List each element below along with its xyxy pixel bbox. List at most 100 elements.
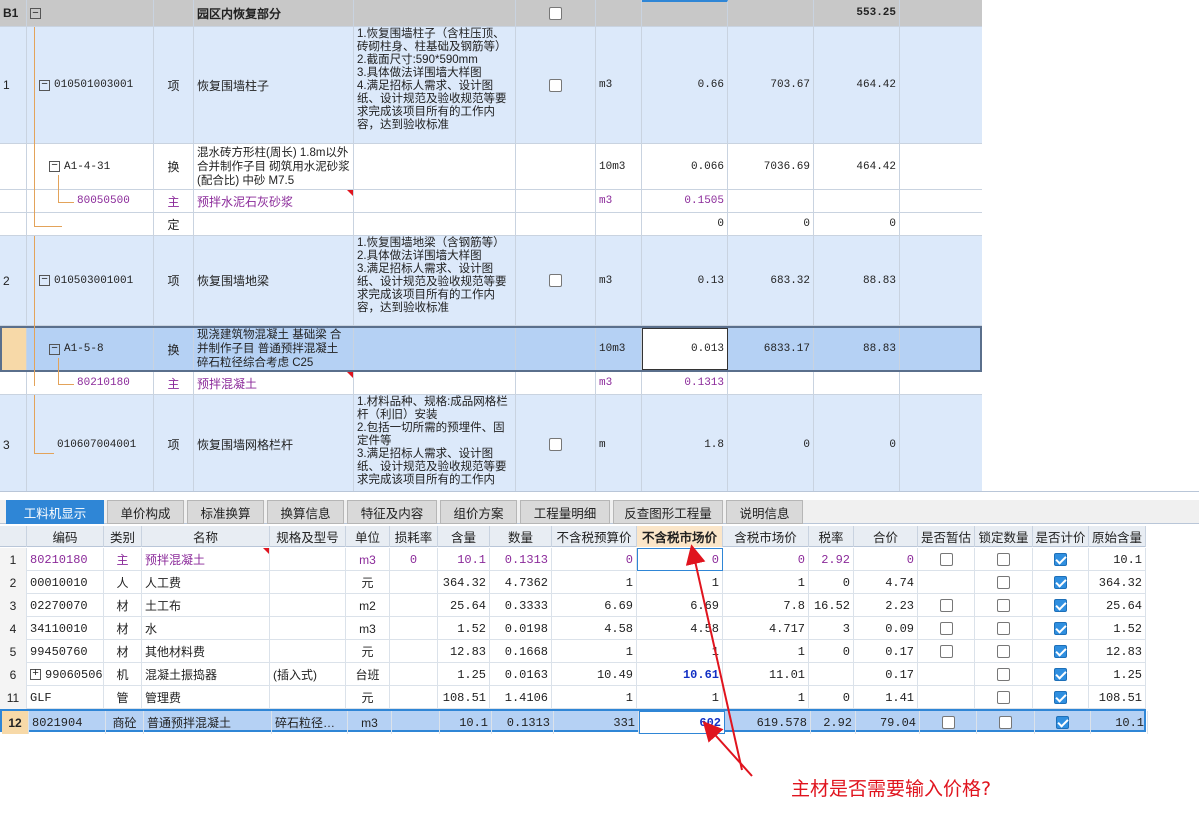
resource-spec[interactable]: (插入式) [270, 663, 346, 686]
resource-loss-rate[interactable] [390, 686, 438, 709]
lock-quantity-checkbox-box[interactable] [999, 716, 1012, 729]
tab-labor-material-machine[interactable]: 工料机显示 [6, 500, 104, 524]
resource-market-price[interactable]: 0 [637, 548, 723, 571]
resource-quantity[interactable]: 0.0163 [490, 663, 552, 686]
resource-content[interactable]: 108.51 [438, 686, 490, 709]
col-priced[interactable]: 是否计价 [1033, 526, 1089, 547]
resource-loss-rate[interactable]: 0 [390, 548, 438, 571]
item-quantity[interactable]: 0.66 [642, 27, 728, 143]
fixed-row[interactable]: 定 0 0 0 [0, 213, 982, 236]
collapse-icon[interactable]: − [49, 161, 60, 172]
collapse-icon[interactable]: − [39, 79, 50, 91]
resource-row[interactable]: 1 80210180 主 预拌混凝土 m3 0 10.1 0.1313 0 0 0 2.92 0 10.1 [0, 548, 1146, 571]
col-category[interactable]: 类别 [104, 526, 142, 547]
resource-loss-rate[interactable] [390, 663, 438, 686]
col-tax-rate[interactable]: 税率 [809, 526, 854, 547]
resource-code[interactable]: 80210180 [27, 548, 104, 571]
material-row[interactable]: 80050500 主 预拌水泥石灰砂浆 m3 0.1505 [0, 190, 982, 213]
resource-quantity[interactable]: 0.3333 [490, 594, 552, 617]
checkbox[interactable] [549, 6, 562, 20]
lock-quantity-checkbox-box[interactable] [997, 553, 1010, 566]
col-original-content[interactable]: 原始含量 [1089, 526, 1146, 547]
provisional-checkbox-box[interactable] [939, 622, 953, 635]
resource-row[interactable]: 4 34110010 材 水 m3 1.52 0.0198 4.58 4.58 4.717 3 0.0… [0, 617, 1146, 640]
resource-loss-rate[interactable] [390, 571, 438, 594]
material-row[interactable]: 80210180 主 预拌混凝土 m3 0.1313 [0, 372, 982, 395]
resource-name[interactable]: 水 [142, 617, 270, 640]
resource-row[interactable]: 12 8021904 商砼 普通预拌混凝土 碎石粒径… m3 10.1 0.1313 331 60… [0, 709, 1148, 734]
item-quantity[interactable]: 0.13 [642, 236, 728, 325]
provisional-checkbox-box[interactable] [941, 716, 955, 729]
resource-content[interactable]: 25.64 [438, 594, 490, 617]
resource-name[interactable]: 管理费 [142, 686, 270, 709]
collapse-icon[interactable]: − [49, 343, 60, 355]
lock-quantity-checkbox-box[interactable] [997, 622, 1010, 635]
col-total[interactable]: 合价 [854, 526, 918, 547]
resource-name[interactable]: 普通预拌混凝土 [144, 711, 272, 734]
resource-spec[interactable] [270, 686, 346, 709]
resource-code[interactable]: 34110010 [27, 617, 104, 640]
resource-row[interactable]: 2 00010010 人 人工费 元 364.32 4.7362 1 1 1 0 4.74 364.32 [0, 571, 1146, 594]
resource-spec[interactable] [270, 617, 346, 640]
priced-checkbox-box[interactable] [1054, 691, 1067, 704]
resource-name[interactable]: 其他材料费 [142, 640, 270, 663]
lock-quantity-checkbox-box[interactable] [997, 645, 1010, 658]
resource-budget-price[interactable]: 1 [552, 640, 637, 663]
resource-content[interactable]: 12.83 [438, 640, 490, 663]
col-spec[interactable]: 规格及型号 [270, 526, 346, 547]
collapse-icon[interactable]: − [39, 275, 50, 286]
bill-row[interactable]: 3 010607004001 项 恢复围墙网格栏杆 1.材料品种、规格:成品网格… [0, 395, 982, 491]
resource-quantity[interactable]: 0.1668 [490, 640, 552, 663]
provisional-checkbox-box[interactable] [939, 599, 953, 612]
resource-quantity[interactable]: 0.1313 [490, 548, 552, 571]
col-market-price-tax[interactable]: 含税市场价 [723, 526, 809, 547]
quota-row[interactable]: − A1-4-31 换 混水砖方形柱(周长) 1.8m以外 合并制作子目 砌筑用水… [0, 144, 982, 190]
resource-loss-rate[interactable] [390, 594, 438, 617]
checkbox[interactable] [549, 438, 562, 451]
resource-content[interactable]: 10.1 [440, 711, 492, 734]
resource-code[interactable]: 8021904 [29, 711, 106, 734]
tab-unit-price-composition[interactable]: 单价构成 [107, 500, 184, 524]
resource-spec[interactable] [270, 571, 346, 594]
col-code[interactable]: 编码 [27, 526, 104, 547]
resource-budget-price[interactable]: 331 [554, 711, 639, 734]
tab-notes[interactable]: 说明信息 [726, 500, 803, 524]
resource-budget-price[interactable]: 6.69 [552, 594, 637, 617]
resource-budget-price[interactable]: 1 [552, 571, 637, 594]
resource-content[interactable]: 1.52 [438, 617, 490, 640]
resource-spec[interactable] [270, 548, 346, 571]
priced-checkbox-box[interactable] [1054, 645, 1067, 658]
col-lock-qty[interactable]: 锁定数量 [975, 526, 1033, 547]
quota-quantity-input[interactable]: 0.013 [642, 328, 728, 370]
col-name[interactable]: 名称 [142, 526, 270, 547]
resource-code[interactable]: 02270070 [27, 594, 104, 617]
resource-name[interactable]: 人工费 [142, 571, 270, 594]
priced-checkbox-box[interactable] [1054, 576, 1067, 589]
resource-market-price[interactable]: 602 [639, 711, 725, 734]
provisional-checkbox-box[interactable] [939, 645, 953, 658]
lock-quantity-checkbox-box[interactable] [997, 691, 1010, 704]
resource-budget-price[interactable]: 1 [552, 686, 637, 709]
resource-name[interactable]: 混凝土振捣器 [142, 663, 270, 686]
resource-row[interactable]: 5 99450760 材 其他材料费 元 12.83 0.1668 1 1 1 0 0.17 12.83 [0, 640, 1146, 663]
expand-icon[interactable]: + [30, 669, 41, 680]
col-unit[interactable]: 单位 [346, 526, 390, 547]
quota-quantity[interactable]: 0.066 [642, 144, 728, 189]
resource-market-price[interactable]: 6.69 [637, 594, 723, 617]
resource-loss-rate[interactable] [392, 711, 440, 734]
resource-market-price[interactable]: 1 [637, 640, 723, 663]
col-content[interactable]: 含量 [438, 526, 490, 547]
checkbox[interactable] [549, 78, 562, 92]
resource-loss-rate[interactable] [390, 617, 438, 640]
checkbox[interactable] [549, 274, 562, 287]
tab-pricing-scheme[interactable]: 组价方案 [440, 500, 517, 524]
section-row[interactable]: B1 − 园区内恢复部分 553.25 [0, 0, 982, 27]
resource-loss-rate[interactable] [390, 640, 438, 663]
resource-code[interactable]: 99450760 [27, 640, 104, 663]
collapse-icon[interactable]: − [30, 7, 41, 19]
lock-quantity-checkbox-box[interactable] [997, 668, 1010, 681]
item-quantity[interactable]: 1.8 [642, 395, 728, 491]
resource-quantity[interactable]: 1.4106 [490, 686, 552, 709]
resource-quantity[interactable]: 0.1313 [492, 711, 554, 734]
col-quantity[interactable]: 数量 [490, 526, 552, 547]
